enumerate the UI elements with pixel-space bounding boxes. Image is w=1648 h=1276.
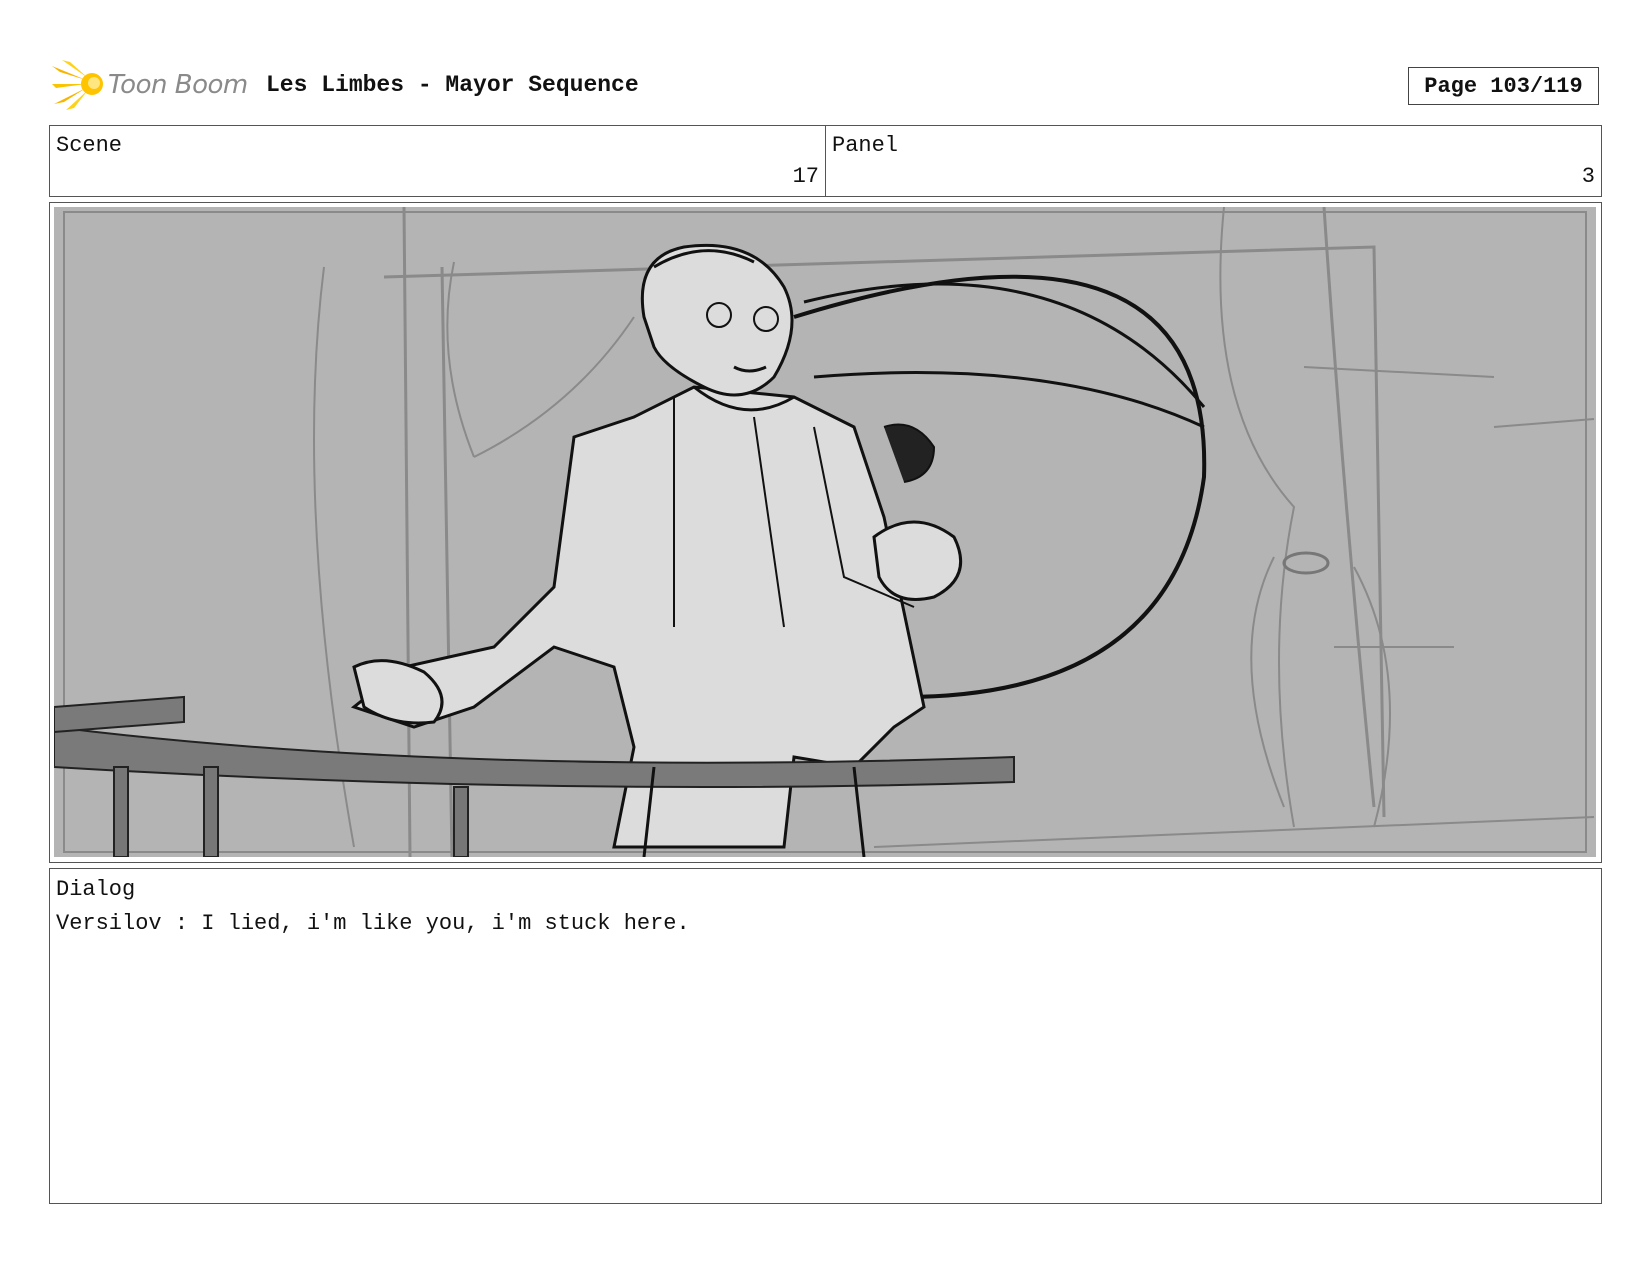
storyboard-panel-frame	[49, 202, 1602, 863]
comet-icon	[52, 60, 103, 110]
scene-cell: Scene 17	[50, 126, 825, 196]
scene-number: 17	[792, 164, 819, 189]
scene-panel-info: Scene 17 Panel 3	[49, 125, 1602, 197]
scene-label: Scene	[56, 133, 123, 158]
panel-label: Panel	[832, 133, 899, 158]
panel-number: 3	[1581, 164, 1595, 189]
dialog-box: Dialog Versilov : I lied, i'm like you, …	[49, 868, 1602, 1204]
storyboard-sketch-image	[53, 206, 1596, 858]
page-indicator: Page 103/119	[1408, 67, 1599, 105]
dialog-label: Dialog	[56, 877, 136, 902]
panel-cell: Panel 3	[825, 126, 1601, 196]
sketch-drawing	[53, 206, 1596, 858]
logo-wordmark: Toon Boom	[108, 70, 248, 100]
dialog-text: Versilov : I lied, i'm like you, i'm stu…	[56, 911, 690, 936]
toon-boom-logo: Toon Boom	[52, 58, 252, 112]
document-title: Les Limbes - Mayor Sequence	[266, 72, 639, 98]
